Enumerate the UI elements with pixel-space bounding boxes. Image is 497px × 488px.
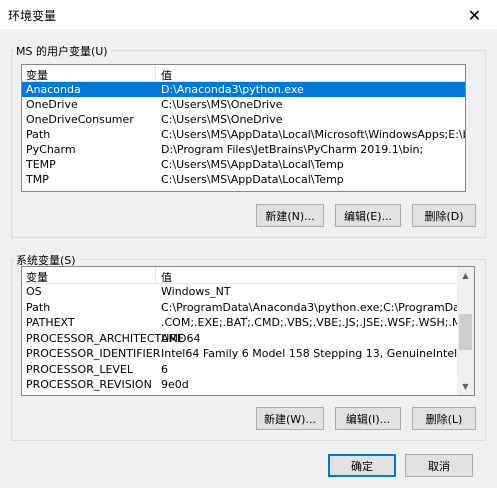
user-edit-button[interactable]: 编辑(E)... [335,204,401,227]
variable-name-cell: PyCharm [26,143,76,156]
column-header-variable[interactable]: 变量 [26,269,48,285]
title-bar: 环境变量 ✕ [0,0,497,30]
user-variables-list[interactable]: 变量 值 Anaconda D:\Anaconda3\python.exe OneD… [21,64,466,192]
variable-name-cell: PROCESSOR_LEVEL [26,362,134,376]
system-list-header: 变量 值 [22,267,457,284]
variable-value-cell: C:\ProgramData\Anaconda3\python.exe;C:\P… [161,300,457,314]
variable-name-cell: OneDrive [26,98,78,111]
variable-name-cell: PATHEXT [26,316,75,329]
table-row[interactable]: PATHEXT .COM;.EXE;.BAT;.CMD;.VBS;.VBE;.JS… [22,315,457,330]
variable-name-cell: TMP [26,173,49,186]
column-header-value[interactable]: 值 [161,269,172,285]
table-row[interactable]: PROCESSOR_IDENTIFIER Intel64 Family 6 Mod… [22,346,457,361]
system-edit-button[interactable]: 编辑(I)... [335,407,401,430]
variable-name-cell: OS [26,285,42,298]
scroll-down-arrow-icon[interactable]: ▼ [457,378,474,395]
system-new-button[interactable]: 新建(W)... [256,407,324,430]
variable-name-cell: Path [26,300,51,314]
table-row[interactable]: PROCESSOR_LEVEL 6 [22,362,457,377]
table-row[interactable]: TEMP C:\Users\MS\AppData\Local\Temp [22,157,465,172]
system-variables-list[interactable]: 变量 值 OS Windows_NT Path C:\ProgramData\Anac… [21,266,475,396]
table-row[interactable]: Path C:\ProgramData\Anaconda3\python.exe;… [22,300,457,315]
variable-name-cell: Anaconda [26,83,81,96]
variable-value-cell: .COM;.EXE;.BAT;.CMD;.VBS;.VBE;.JS;.JSE;.… [161,316,457,329]
user-new-button[interactable]: 新建(N)... [256,204,324,227]
variable-value-cell: 6 [161,362,168,376]
user-delete-button[interactable]: 删除(D) [412,204,476,227]
user-variables-label: MS 的用户变量(U) [14,43,110,59]
variable-value-cell: C:\Users\MS\AppData\Local\Temp [161,158,344,171]
table-row[interactable]: PyCharm D:\Program Files\JetBrains\PyChar… [22,142,465,157]
variable-name-cell: PROCESSOR_IDENTIFIER [26,347,161,360]
variable-value-cell: D:\Anaconda3\python.exe [161,83,304,96]
cancel-button[interactable]: 取消 [405,454,473,477]
variable-name-cell: PROCESSOR_REVISION [26,378,152,391]
user-list-header: 变量 值 [22,65,465,82]
system-list-vertical-scrollbar[interactable]: ▲ ▼ [457,267,474,395]
scrollbar-thumb[interactable] [459,314,472,350]
variable-value-cell: C:\Users\MS\OneDrive [161,113,283,126]
table-row[interactable]: OneDriveConsumer C:\Users\MS\OneDrive [22,112,465,127]
table-row[interactable]: OneDrive C:\Users\MS\OneDrive [22,97,465,112]
table-row[interactable]: PROCESSOR_REVISION 9e0d [22,377,457,392]
variable-value-cell: Windows_NT [161,285,231,298]
column-header-variable[interactable]: 变量 [26,67,48,83]
table-row[interactable]: PROCESSOR_ARCHITECTURE AMD64 [22,331,457,346]
table-row[interactable]: OS Windows_NT [22,284,457,299]
variable-value-cell: AMD64 [161,331,201,345]
system-delete-button[interactable]: 删除(L) [412,407,476,430]
variable-value-cell: Intel64 Family 6 Model 158 Stepping 13, … [161,347,457,360]
variable-name-cell: TEMP [26,158,56,171]
scroll-up-arrow-icon[interactable]: ▲ [457,267,474,284]
ok-button[interactable]: 确定 [328,454,396,477]
table-row[interactable]: TMP C:\Users\MS\AppData\Local\Temp [22,172,465,187]
variable-value-cell: C:\Users\MS\OneDrive [161,98,283,111]
variable-name-cell: OneDriveConsumer [26,113,134,126]
table-row[interactable]: Path C:\Users\MS\AppData\Local\Microsoft\… [22,127,465,142]
column-header-value[interactable]: 值 [161,67,172,83]
window-title: 环境变量 [8,9,57,23]
variable-value-cell: 9e0d [161,378,189,391]
variable-value-cell: D:\Program Files\JetBrains\PyCharm 2019.… [161,143,424,156]
variable-name-cell: Path [26,128,51,141]
variable-value-cell: C:\Users\MS\AppData\Local\Microsoft\Wind… [161,128,465,141]
table-row[interactable]: Anaconda D:\Anaconda3\python.exe [22,82,465,97]
close-icon: ✕ [467,5,482,25]
variable-value-cell: C:\Users\MS\AppData\Local\Temp [161,173,344,186]
close-button[interactable]: ✕ [452,0,497,30]
